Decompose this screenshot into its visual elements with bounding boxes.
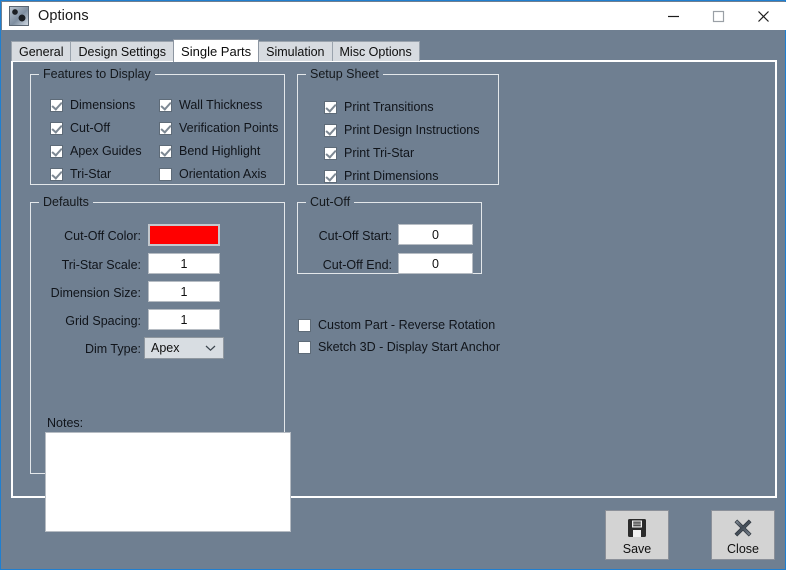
checkbox-custom-part-reverse-rotation[interactable]: Custom Part - Reverse Rotation [298,318,495,332]
dim-type-label: Dim Type: [84,342,141,356]
gears-icon [9,6,29,26]
tri-star-scale-input[interactable]: 1 [148,253,220,274]
verification-points-label: Verification Points [179,121,279,135]
options-window: Options General Design Settings Single P… [0,0,786,570]
cut-off-start-input[interactable]: 0 [398,224,473,245]
cut-off-label: Cut-Off [70,121,111,135]
tab-content-panel: Features to Display Dimensions Cut-Off A… [11,60,777,532]
wall-thickness-checkbox-box[interactable] [159,98,172,112]
print-dimensions-checkbox-box[interactable] [324,169,337,183]
checkbox-dimensions[interactable]: Dimensions [50,98,135,112]
cut-off-end-input[interactable]: 0 [398,253,473,274]
checkbox-verification-points[interactable]: Verification Points [159,121,278,135]
grid-spacing-label: Grid Spacing: [65,314,141,328]
tri-star-checkbox-box[interactable] [50,167,63,181]
notes-textarea[interactable] [45,432,291,532]
checkbox-print-transitions[interactable]: Print Transitions [324,100,434,114]
print-transitions-label: Print Transitions [344,100,434,114]
bend-highlight-checkbox-box[interactable] [159,144,172,158]
save-button[interactable]: Save [605,510,669,560]
cut-off-end-label: Cut-Off End: [322,258,392,272]
tri-star-label: Tri-Star [70,167,112,181]
print-design-instructions-label: Print Design Instructions [344,123,480,137]
x-mark-icon [731,515,755,541]
checkbox-sketch-3d-display-start-anchor[interactable]: Sketch 3D - Display Start Anchor [298,340,500,354]
dimension-size-input[interactable]: 1 [148,281,220,302]
print-design-instructions-checkbox-box[interactable] [324,123,337,137]
print-tri-star-label: Print Tri-Star [344,146,415,160]
close-icon[interactable] [741,2,786,30]
tri-star-scale-label: Tri-Star Scale: [61,258,141,272]
orientation-axis-label: Orientation Axis [179,167,267,181]
setup-sheet-group-title: Setup Sheet [306,67,383,81]
dimensions-label: Dimensions [70,98,136,112]
features-to-display-group: Features to Display Dimensions Cut-Off A… [30,67,285,185]
verification-points-checkbox-box[interactable] [159,121,172,135]
minimize-icon[interactable] [651,2,696,30]
save-button-label: Save [622,541,652,556]
checkbox-orientation-axis[interactable]: Orientation Axis [159,167,267,181]
checkbox-wall-thickness[interactable]: Wall Thickness [159,98,262,112]
tab-strip: General Design Settings Single Parts Sim… [11,39,420,62]
sketch-3d-display-start-anchor-label: Sketch 3D - Display Start Anchor [318,340,501,354]
dimension-size-label: Dimension Size: [50,286,141,300]
title-bar: Options [2,2,786,30]
tab-misc-options[interactable]: Misc Options [331,41,420,61]
custom-part-reverse-rotation-label: Custom Part - Reverse Rotation [318,318,496,332]
print-transitions-checkbox-box[interactable] [324,100,337,114]
cut-off-checkbox-box[interactable] [50,121,63,135]
floppy-disk-icon [626,515,648,541]
cut-off-group-title: Cut-Off [306,195,355,209]
custom-part-reverse-rotation-checkbox-box[interactable] [298,318,311,332]
tab-simulation[interactable]: Simulation [258,41,333,61]
features-group-title: Features to Display [39,67,155,81]
dimensions-checkbox-box[interactable] [50,98,63,112]
checkbox-print-design-instructions[interactable]: Print Design Instructions [324,123,479,137]
notes-label: Notes: [47,416,84,430]
cut-off-group: Cut-Off Cut-Off Start: 0 Cut-Off End: 0 [297,195,482,274]
window-title: Options [38,8,89,24]
checkbox-apex-guides[interactable]: Apex Guides [50,144,142,158]
grid-spacing-input[interactable]: 1 [148,309,220,330]
checkbox-tri-star[interactable]: Tri-Star [50,167,111,181]
sketch-3d-display-start-anchor-checkbox-box[interactable] [298,340,311,354]
defaults-group-title: Defaults [39,195,93,209]
chevron-down-icon [205,344,216,352]
tab-design-settings[interactable]: Design Settings [70,41,175,61]
checkbox-bend-highlight[interactable]: Bend Highlight [159,144,260,158]
apex-guides-label: Apex Guides [70,144,142,158]
maximize-icon[interactable] [696,2,741,30]
checkbox-print-tri-star[interactable]: Print Tri-Star [324,146,414,160]
checkbox-print-dimensions[interactable]: Print Dimensions [324,169,438,183]
setup-sheet-group: Setup Sheet Print Transitions Print Desi… [297,67,499,185]
close-button-label: Close [727,541,759,556]
window-controls [651,2,786,30]
cut-off-start-label: Cut-Off Start: [318,229,392,243]
close-button[interactable]: Close [711,510,775,560]
bend-highlight-label: Bend Highlight [179,144,261,158]
dim-type-select[interactable]: Apex [144,337,224,359]
wall-thickness-label: Wall Thickness [179,98,263,112]
print-tri-star-checkbox-box[interactable] [324,146,337,160]
tab-single-parts[interactable]: Single Parts [173,39,260,62]
cut-off-color-label: Cut-Off Color: [64,229,141,243]
tab-general[interactable]: General [11,41,72,61]
dim-type-value: Apex [151,341,180,355]
orientation-axis-checkbox-box[interactable] [159,167,172,181]
cut-off-color-swatch[interactable] [148,224,220,246]
print-dimensions-label: Print Dimensions [344,169,439,183]
apex-guides-checkbox-box[interactable] [50,144,63,158]
checkbox-cut-off[interactable]: Cut-Off [50,121,110,135]
